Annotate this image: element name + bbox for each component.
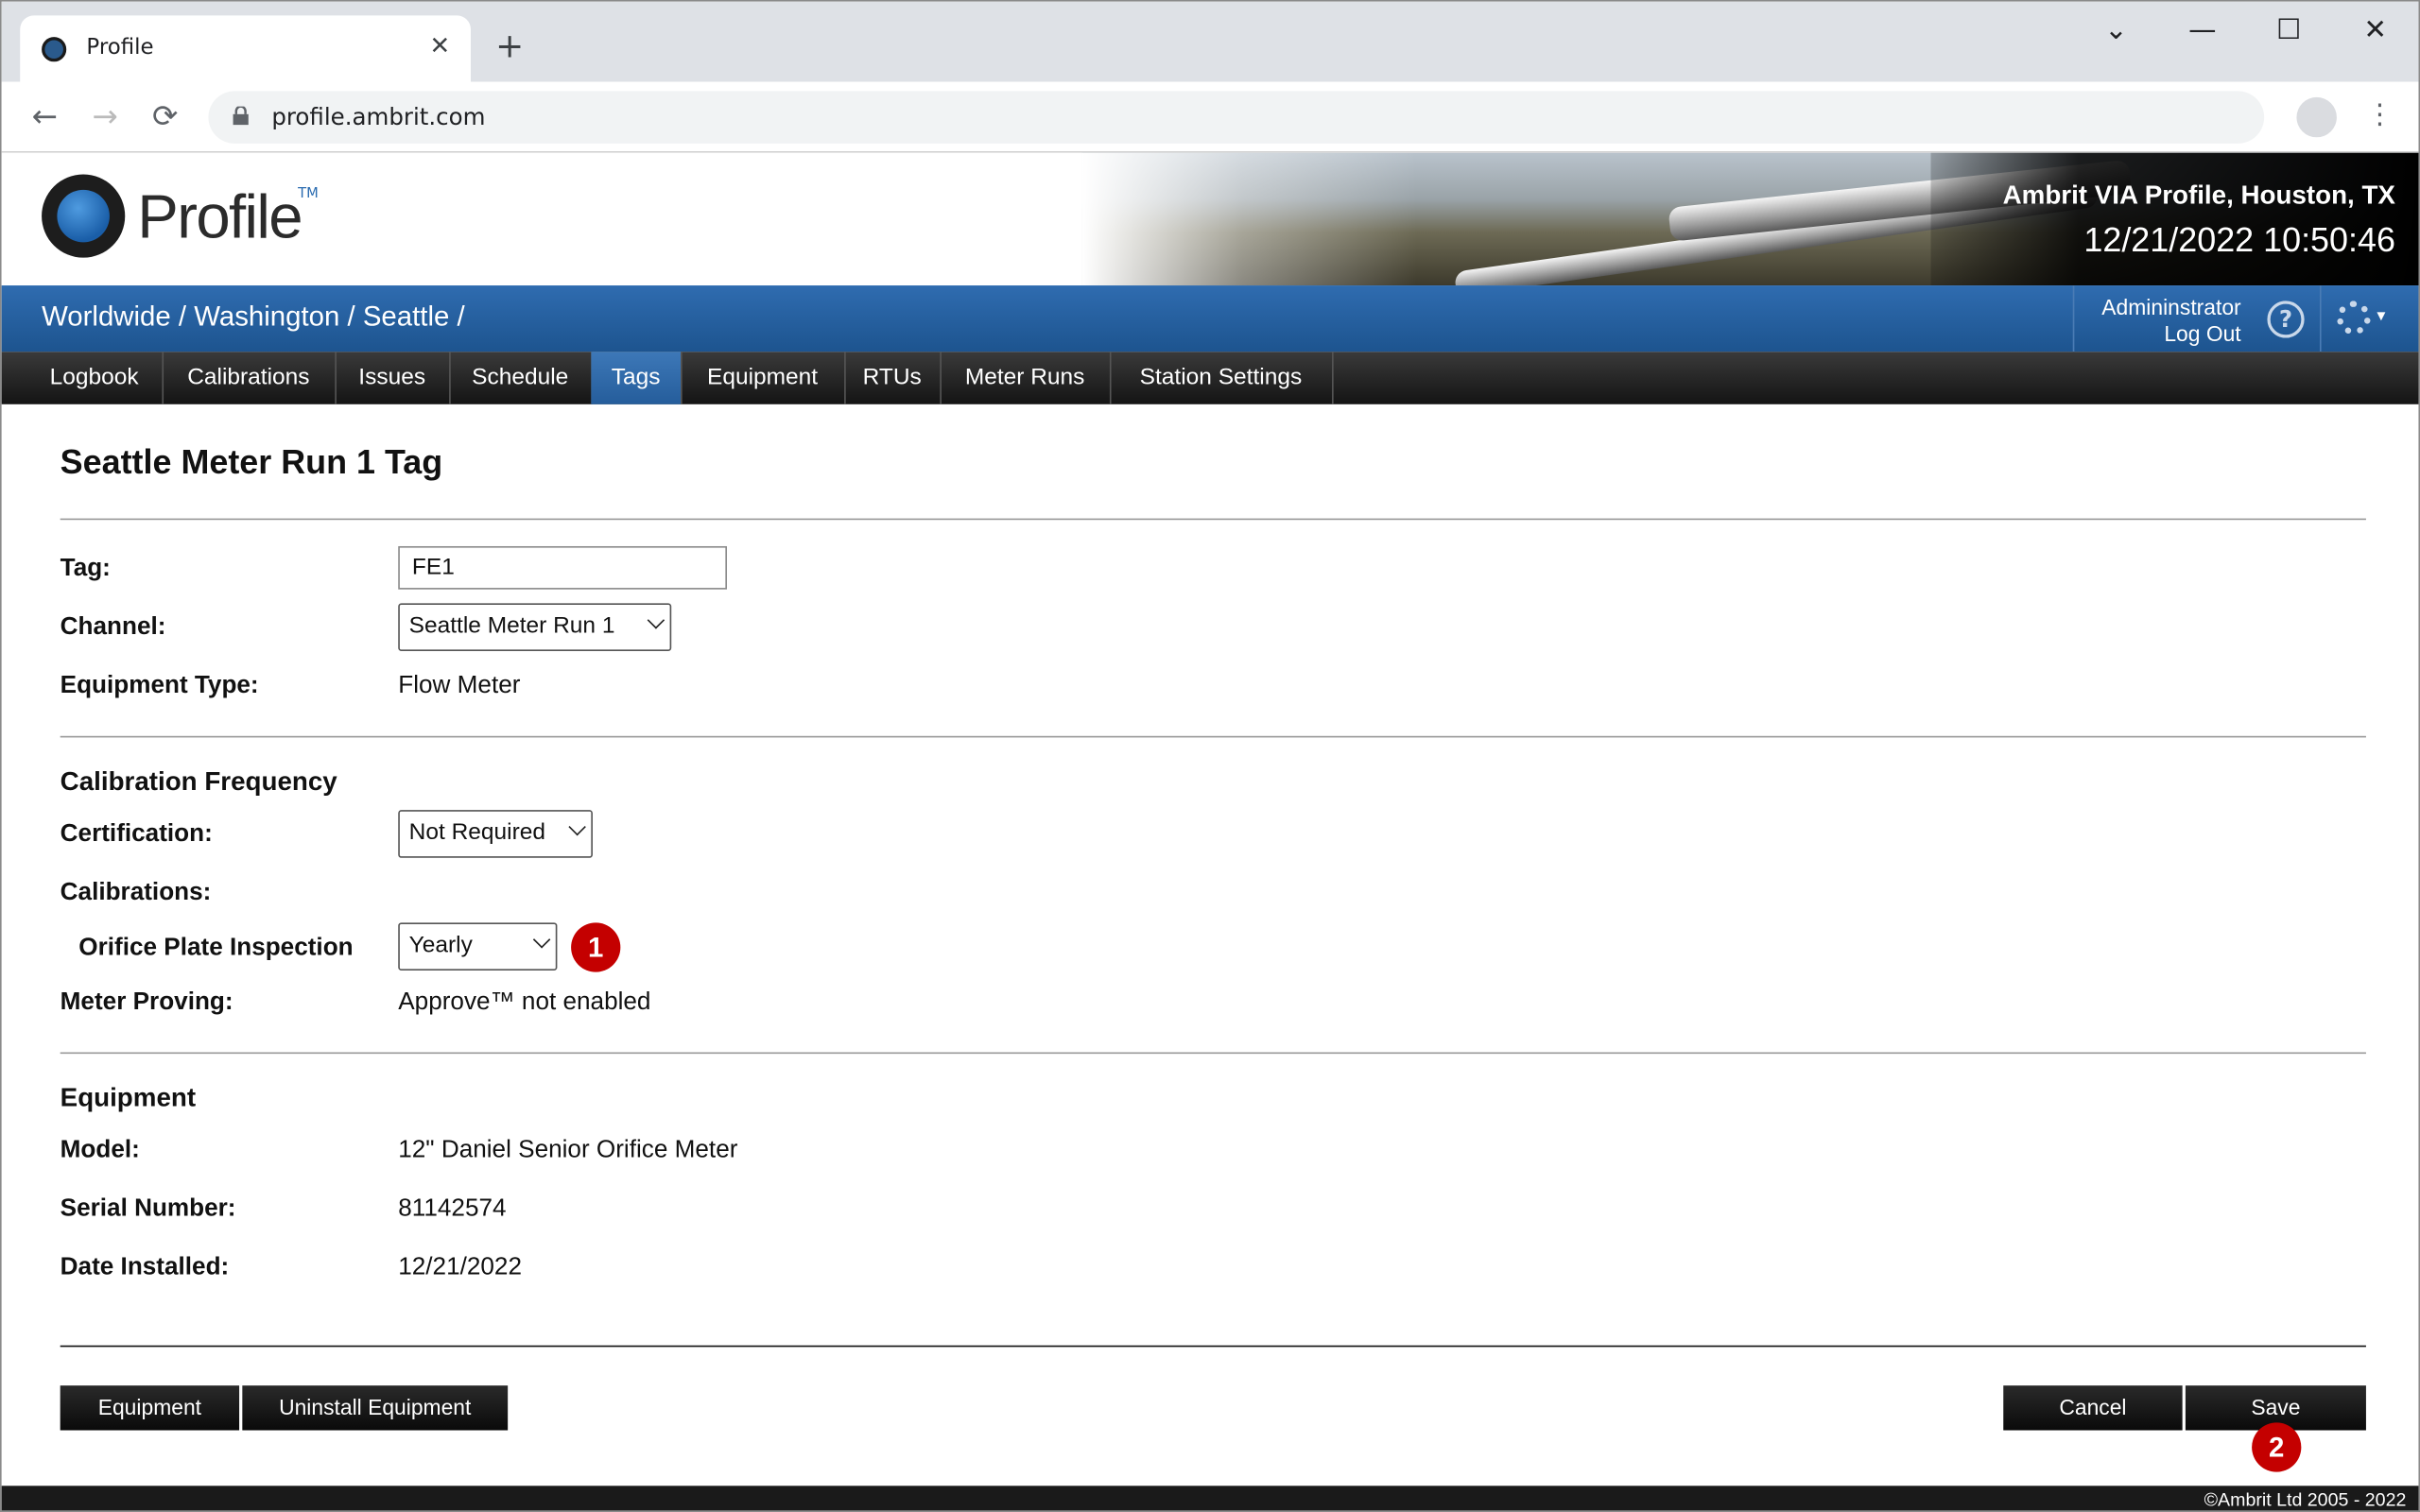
browser-toolbar: ← → ⟳ profile.ambrit.com	[1, 81, 2419, 153]
equipment-type-value: Flow Meter	[398, 672, 521, 699]
date-installed-value: 12/21/2022	[398, 1254, 522, 1281]
orifice-plate-select-value: Yearly	[408, 932, 473, 958]
reload-icon[interactable]: ⟳	[144, 97, 187, 134]
footer: ©Ambrit Ltd 2005 - 2022	[1, 1486, 2419, 1511]
new-tab-button[interactable]: +	[495, 28, 524, 66]
equipment-button[interactable]: Equipment	[60, 1385, 240, 1431]
breadcrumb-bar: Worldwide / Washington / Seattle / Admin…	[1, 285, 2419, 352]
divider	[60, 735, 2366, 738]
model-value: 12" Daniel Senior Orifice Meter	[398, 1137, 738, 1164]
logo-text: Profile	[137, 183, 302, 252]
nav-issues[interactable]: Issues	[335, 352, 451, 404]
date-installed-label: Date Installed:	[60, 1254, 230, 1281]
uninstall-equipment-button[interactable]: Uninstall Equipment	[242, 1385, 509, 1431]
model-label: Model:	[60, 1137, 140, 1164]
address-bar[interactable]: profile.ambrit.com	[208, 91, 2265, 144]
browser-menu-icon[interactable]: ⋮	[2366, 98, 2394, 130]
breadcrumb[interactable]: Worldwide / Washington / Seattle /	[42, 301, 465, 333]
calibration-frequency-heading: Calibration Frequency	[60, 766, 337, 797]
main-nav: Logbook Calibrations Issues Schedule Tag…	[1, 352, 2419, 404]
browser-tab[interactable]: Profile ✕	[20, 15, 471, 82]
channel-select[interactable]: Seattle Meter Run 1	[398, 603, 672, 651]
settings-menu[interactable]: ▾	[2319, 285, 2418, 352]
divider	[60, 518, 2366, 521]
banner-shade	[1930, 152, 2419, 286]
app-header: Profile TM Ambrit VIA Profile, Houston, …	[1, 152, 2419, 286]
meter-proving-label: Meter Proving:	[60, 988, 233, 1016]
orifice-plate-select[interactable]: Yearly	[398, 922, 558, 971]
nav-logbook[interactable]: Logbook	[26, 352, 164, 404]
nav-rtus[interactable]: RTUs	[844, 352, 942, 404]
calibrations-label: Calibrations:	[60, 879, 212, 906]
channel-select-value: Seattle Meter Run 1	[408, 612, 615, 639]
certification-select[interactable]: Not Required	[398, 810, 593, 858]
tag-input[interactable]: FE1	[398, 545, 728, 590]
nav-schedule[interactable]: Schedule	[449, 352, 593, 404]
window-close-icon[interactable]: ✕	[2344, 14, 2406, 46]
serial-number-label: Serial Number:	[60, 1195, 236, 1223]
nav-calibrations[interactable]: Calibrations	[162, 352, 337, 404]
logout-link[interactable]: Log Out	[2164, 321, 2240, 346]
orifice-plate-label: Orifice Plate Inspection	[78, 935, 354, 962]
step-badge-1: 1	[571, 922, 621, 972]
nav-equipment[interactable]: Equipment	[681, 352, 846, 404]
profile-favicon-icon	[42, 37, 67, 62]
certification-label: Certification:	[60, 820, 213, 848]
step-badge-2: 2	[2252, 1422, 2302, 1472]
channel-label: Channel:	[60, 613, 166, 641]
cancel-button[interactable]: Cancel	[2003, 1385, 2183, 1431]
user-box: Admininstrator Log Out	[2072, 285, 2254, 352]
chevron-down-icon	[647, 611, 666, 629]
divider	[60, 1345, 2366, 1348]
page-title: Seattle Meter Run 1 Tag	[60, 442, 443, 482]
nav-meter-runs[interactable]: Meter Runs	[940, 352, 1112, 404]
chevron-down-icon	[568, 817, 586, 836]
gear-icon[interactable]	[2336, 301, 2371, 335]
divider	[60, 1052, 2366, 1055]
equipment-heading: Equipment	[60, 1083, 197, 1113]
maximize-icon[interactable]: ☐	[2258, 14, 2320, 46]
url-text: profile.ambrit.com	[271, 103, 486, 131]
chevron-down-icon	[532, 931, 551, 949]
nav-tags[interactable]: Tags	[591, 352, 683, 404]
tab-search-icon[interactable]: ⌄	[2085, 14, 2147, 46]
copyright-text: ©Ambrit Ltd 2005 - 2022	[2204, 1488, 2407, 1511]
minimize-icon[interactable]: —	[2171, 14, 2233, 46]
lock-icon	[233, 106, 249, 126]
browser-tabstrip: Profile ✕ + ⌄ — ☐ ✕	[1, 1, 2419, 82]
caret-down-icon[interactable]: ▾	[2377, 305, 2385, 325]
user-name: Admininstrator	[2101, 294, 2241, 319]
tag-label: Tag:	[60, 555, 111, 582]
site-clock: 12/21/2022 10:50:46	[2083, 220, 2395, 260]
browser-profile-icon[interactable]	[2296, 96, 2337, 138]
profile-logo-icon	[42, 174, 126, 258]
meter-proving-value: Approve™ not enabled	[398, 988, 651, 1016]
forward-icon[interactable]: →	[83, 97, 127, 134]
certification-select-value: Not Required	[408, 818, 545, 846]
help-icon[interactable]: ?	[2267, 301, 2305, 338]
site-title: Ambrit VIA Profile, Houston, TX	[2002, 180, 2395, 211]
back-icon[interactable]: ←	[23, 97, 66, 134]
serial-number-value: 81142574	[398, 1195, 507, 1223]
equipment-type-label: Equipment Type:	[60, 672, 259, 699]
logo-trademark: TM	[298, 186, 319, 202]
close-tab-icon[interactable]: ✕	[424, 31, 456, 62]
nav-station-settings[interactable]: Station Settings	[1110, 352, 1334, 404]
tab-title: Profile	[86, 35, 154, 60]
